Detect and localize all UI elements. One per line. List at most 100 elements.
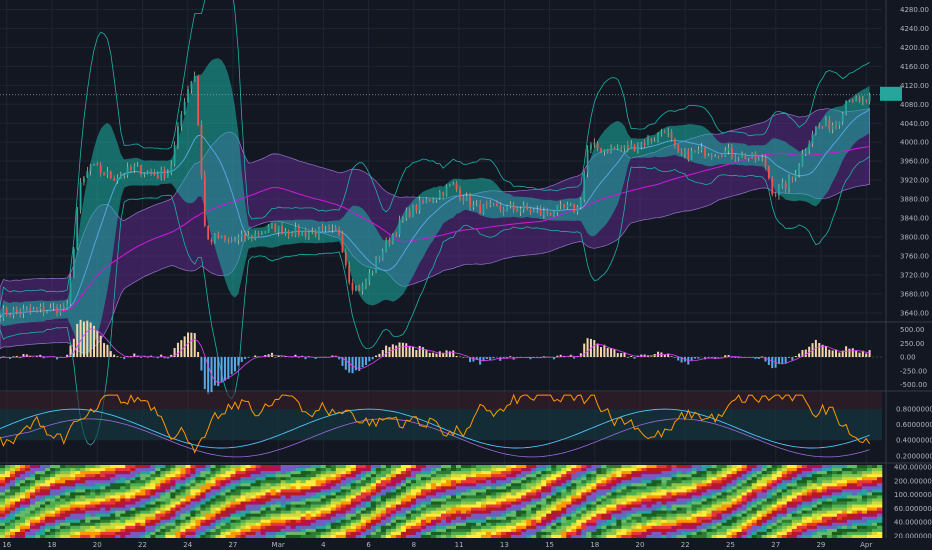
heatmap-cell [496,489,502,493]
heatmap-cell [260,504,266,508]
heatmap-cell [185,465,191,469]
heatmap-cell [380,531,387,536]
heatmap-cell [115,465,121,469]
heatmap-cell [756,486,763,490]
heatmap-cell [20,489,26,493]
heatmap-cell [170,480,176,484]
heatmap-cell [651,528,657,533]
candle-body [0,318,1,319]
heatmap-cell [471,513,477,518]
heatmap-panel[interactable] [0,465,883,539]
candle-body [710,155,713,157]
heatmap-cell [841,528,848,533]
heatmap-cell [190,492,196,496]
heatmap-cell [195,534,201,539]
heatmap-cell [370,519,377,524]
heatmap-cell [55,483,61,487]
candle-body [485,204,488,206]
heatmap-cell [155,465,161,469]
heatmap-cell [195,474,201,478]
heatmap-cell [335,516,342,521]
heatmap-cell [591,525,597,530]
heatmap-cell [395,468,402,472]
heatmap-cell [180,489,186,493]
heatmap-cell [245,525,251,530]
heatmap-cell [451,495,457,499]
candle-body [449,184,451,186]
heatmap-cell [390,492,397,496]
heatmap-cell [370,480,377,484]
heatmap-cell [721,519,727,524]
candle-body [496,203,498,206]
heatmap-cell [486,489,492,493]
heatmap-cell [415,528,422,533]
heatmap-cell [726,465,732,469]
heatmap-cell [60,486,66,490]
heatmap-cell [35,489,41,493]
heatmap-cell [100,477,106,481]
heatmap-cell [95,513,101,518]
heatmap-cell [235,525,241,530]
heatmap-cell [556,531,562,536]
heatmap-cell [105,492,111,496]
heatmap-cell [405,474,412,478]
heatmap-cell [506,528,512,533]
line-oscillator-panel[interactable] [0,392,882,458]
heatmap-cell [245,465,251,469]
heatmap-cell [851,483,858,487]
heatmap-cell [821,498,828,502]
heatmap-cell [200,468,206,472]
heatmap-cell [731,519,737,524]
heatmap-cell [451,531,457,536]
heatmap-cell [60,489,66,493]
candle-body [244,233,246,239]
heatmap-cell [596,474,602,478]
heatmap-cell [541,504,547,508]
heatmap-cell [180,480,186,484]
heatmap-cell [446,516,452,521]
heatmap-cell [290,495,296,499]
heatmap-cell [851,507,858,511]
heatmap-cell [716,468,722,472]
heatmap-cell [140,471,146,475]
heatmap-cell [451,477,457,481]
heatmap-cell [360,483,367,487]
heatmap-cell [821,534,828,539]
candle-body [808,143,811,151]
heatmap-cell [681,504,687,508]
heatmap-cell [806,513,813,518]
heatmap-cell [736,498,742,502]
heatmap-cell [350,513,357,518]
heatmap-cell [365,519,372,524]
heatmap-cell [456,507,462,511]
heatmap-cell [50,513,56,518]
heatmap-cell [481,516,487,521]
histogram-oscillator-panel[interactable] [0,319,882,395]
heatmap-cell [410,489,417,493]
heatmap-cell [355,489,362,493]
heatmap-cell [601,483,607,487]
heatmap-cell [561,504,567,508]
heatmap-cell [170,528,176,533]
heatmap-cell [180,522,186,527]
histogram-bar [616,353,619,357]
heatmap-cell [210,486,216,490]
heatmap-cell [606,501,612,505]
heatmap-cell [491,477,497,481]
heatmap-cell [726,513,732,518]
heatmap-cell [185,504,191,508]
heatmap-cell [435,504,442,508]
heatmap-cell [175,471,181,475]
heatmap-cell [441,513,447,518]
heatmap-cell [75,483,81,487]
candle-body [784,182,787,189]
heatmap-cell [200,504,206,508]
heatmap-cell [501,507,507,511]
histogram-bar [361,357,364,368]
heatmap-cell [230,522,236,527]
heatmap-cell [571,513,577,518]
heatmap-cell [686,477,692,481]
heatmap-cell [390,477,397,481]
heatmap-cell [711,492,717,496]
heatmap-cell [345,525,352,530]
